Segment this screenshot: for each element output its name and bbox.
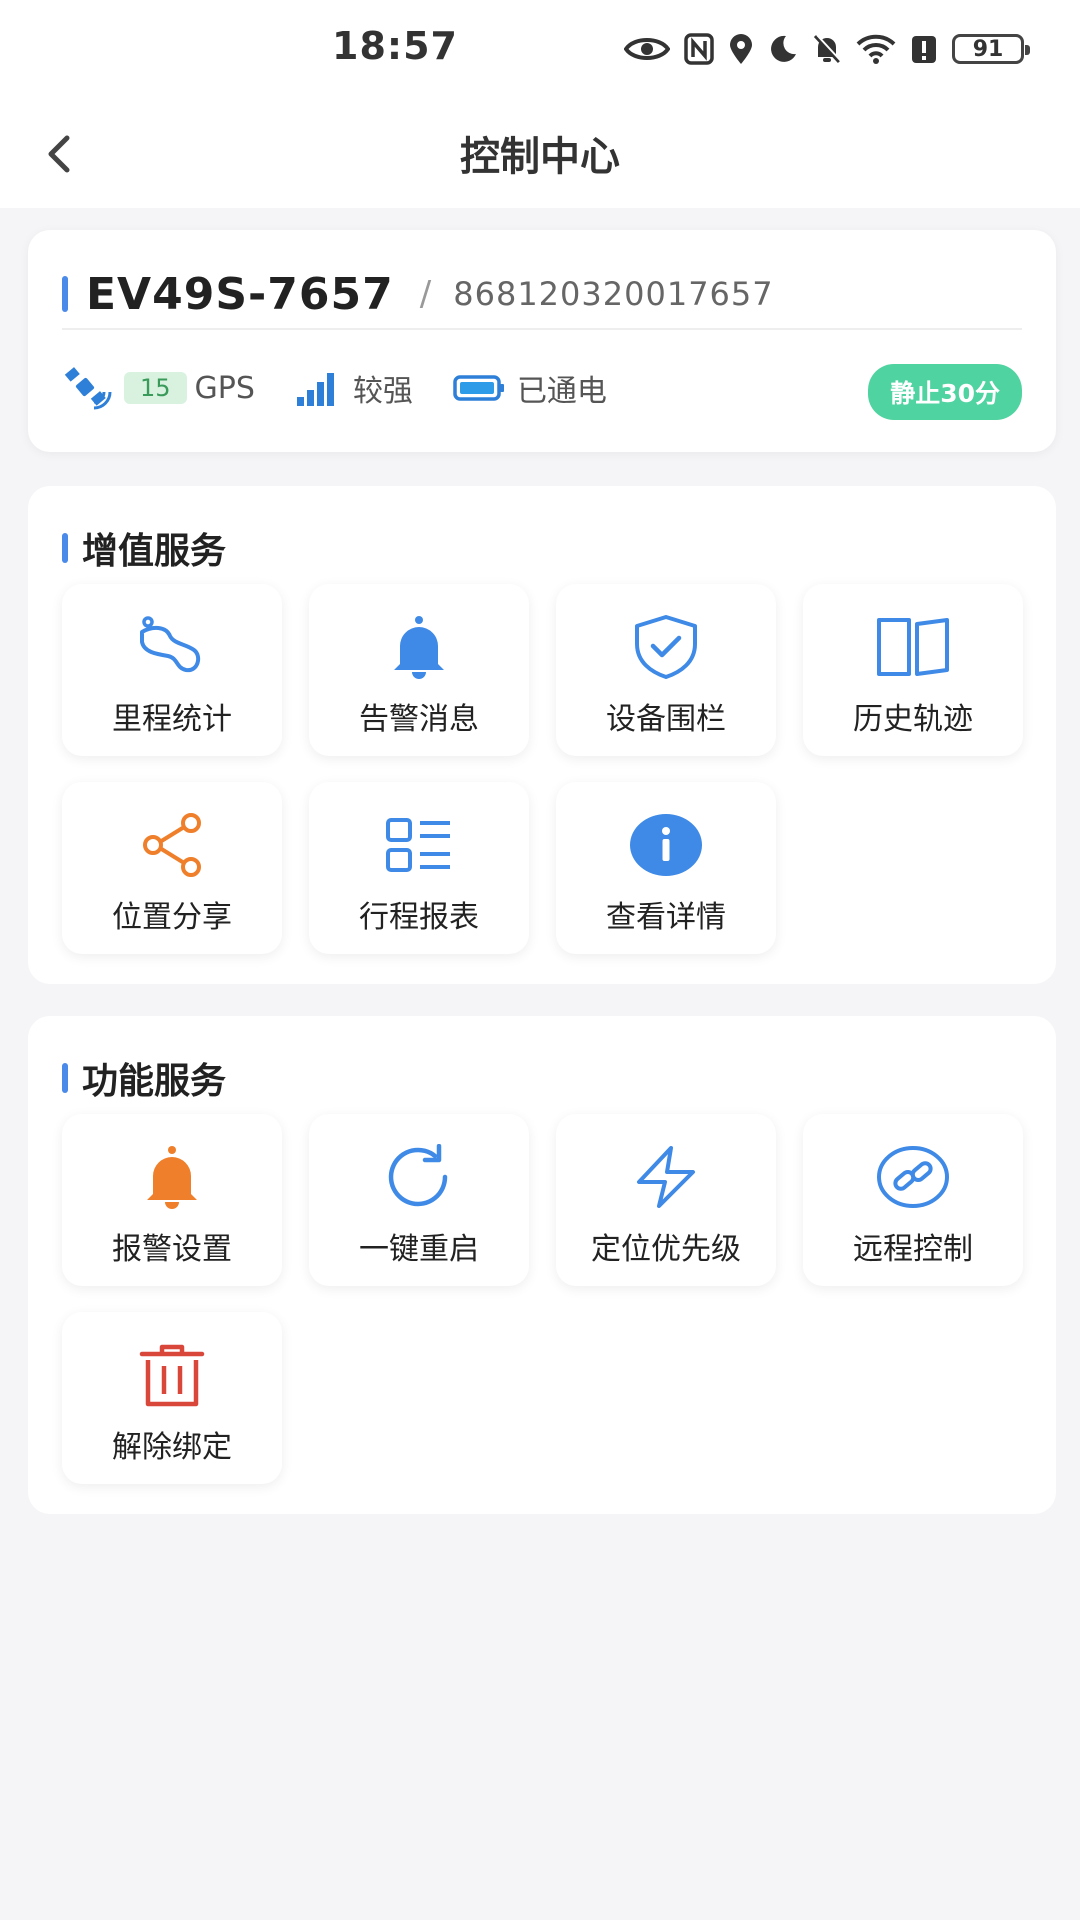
section-title-text: 功能服务 bbox=[82, 1061, 227, 1102]
function-services-card: 功能服务 报警设置 一键重启 定位优先级 远程控制 解除绑定 bbox=[28, 1016, 1056, 1514]
wifi-icon bbox=[856, 34, 896, 64]
gps-label: GPS bbox=[194, 370, 255, 406]
device-stats: 15 GPS 较强 已通电 静止30分 bbox=[64, 358, 1022, 420]
accent-bar bbox=[62, 1063, 68, 1093]
page-title: 控制中心 bbox=[460, 134, 620, 180]
section-title-function-services: 功能服务 bbox=[62, 1052, 226, 1104]
tile-alarm-settings[interactable]: 报警设置 bbox=[62, 1114, 282, 1286]
tile-alarm-messages[interactable]: 告警消息 bbox=[309, 584, 529, 756]
status-icons: 91 bbox=[624, 26, 1030, 72]
value-services-card: 增值服务 里程统计 告警消息 设备围栏 历史轨迹 位置分享 行程报表 查看详情 bbox=[28, 486, 1056, 984]
trash-icon bbox=[139, 1344, 205, 1407]
tile-label: 位置分享 bbox=[112, 900, 232, 935]
battery-level: 91 bbox=[972, 36, 1004, 62]
battery-full-icon bbox=[453, 375, 504, 401]
tile-trip-report[interactable]: 行程报表 bbox=[309, 782, 529, 954]
power-stat: 已通电 bbox=[453, 366, 607, 410]
tile-label: 历史轨迹 bbox=[853, 702, 973, 737]
status-time: 18:57 bbox=[332, 24, 458, 68]
status-bar: 18:57 91 bbox=[0, 0, 1080, 100]
shield-check-icon bbox=[635, 615, 697, 679]
tile-label: 报警设置 bbox=[112, 1232, 232, 1267]
status-badge: 静止30分 bbox=[868, 364, 1022, 420]
tile-label: 远程控制 bbox=[853, 1232, 973, 1267]
power-label: 已通电 bbox=[516, 374, 607, 409]
tile-location-priority[interactable]: 定位优先级 bbox=[556, 1114, 776, 1286]
section-title-text: 增值服务 bbox=[82, 531, 227, 572]
tile-label: 告警消息 bbox=[359, 702, 479, 737]
nav-bar: 控制中心 bbox=[0, 100, 1080, 208]
accent-bar bbox=[62, 533, 68, 563]
lightning-icon bbox=[637, 1146, 695, 1208]
section-title-value-services: 增值服务 bbox=[62, 522, 226, 574]
map-book-icon bbox=[877, 618, 949, 676]
alert-icon bbox=[912, 36, 936, 63]
device-imei: 868120320017657 bbox=[453, 275, 774, 313]
signal-stat: 较强 bbox=[295, 366, 413, 410]
bell-off-icon bbox=[813, 34, 842, 64]
refresh-icon bbox=[388, 1144, 448, 1207]
device-separator: / bbox=[419, 274, 432, 314]
tile-label: 解除绑定 bbox=[112, 1430, 232, 1465]
tile-restart[interactable]: 一键重启 bbox=[309, 1114, 529, 1286]
location-icon bbox=[730, 34, 752, 64]
nfc-icon bbox=[684, 33, 714, 65]
tile-geofence[interactable]: 设备围栏 bbox=[556, 584, 776, 756]
eye-icon bbox=[624, 38, 670, 60]
gps-stat: 15 GPS bbox=[64, 366, 255, 410]
list-icon bbox=[386, 818, 450, 872]
mileage-icon bbox=[140, 616, 201, 673]
signal-label: 较强 bbox=[352, 374, 413, 409]
tile-label: 定位优先级 bbox=[591, 1232, 741, 1267]
tile-label: 一键重启 bbox=[359, 1232, 479, 1267]
gps-count-badge: 15 bbox=[124, 372, 187, 404]
battery-icon: 91 bbox=[952, 34, 1030, 64]
bell-icon bbox=[394, 616, 444, 679]
satellite-icon bbox=[64, 367, 112, 410]
accent-bar bbox=[62, 276, 68, 312]
tile-view-details[interactable]: 查看详情 bbox=[556, 782, 776, 954]
device-header: EV49S-7657 / 868120320017657 bbox=[62, 260, 1022, 330]
alarm-bell-icon bbox=[147, 1146, 197, 1209]
tile-label: 里程统计 bbox=[112, 702, 232, 737]
share-icon bbox=[143, 813, 201, 877]
tile-remote-control[interactable]: 远程控制 bbox=[803, 1114, 1023, 1286]
device-card: EV49S-7657 / 868120320017657 15 GPS 较强 已… bbox=[28, 230, 1056, 452]
tile-mileage[interactable]: 里程统计 bbox=[62, 584, 282, 756]
tile-label: 行程报表 bbox=[359, 900, 479, 935]
info-icon bbox=[630, 814, 702, 876]
device-name: EV49S-7657 bbox=[86, 268, 394, 320]
tile-unbind[interactable]: 解除绑定 bbox=[62, 1312, 282, 1484]
tile-label: 查看详情 bbox=[606, 900, 726, 935]
signal-icon bbox=[296, 373, 334, 406]
tile-label: 设备围栏 bbox=[606, 702, 726, 737]
tile-history-track[interactable]: 历史轨迹 bbox=[803, 584, 1023, 756]
moon-icon bbox=[771, 35, 796, 62]
link-icon bbox=[877, 1146, 949, 1208]
tile-location-share[interactable]: 位置分享 bbox=[62, 782, 282, 954]
